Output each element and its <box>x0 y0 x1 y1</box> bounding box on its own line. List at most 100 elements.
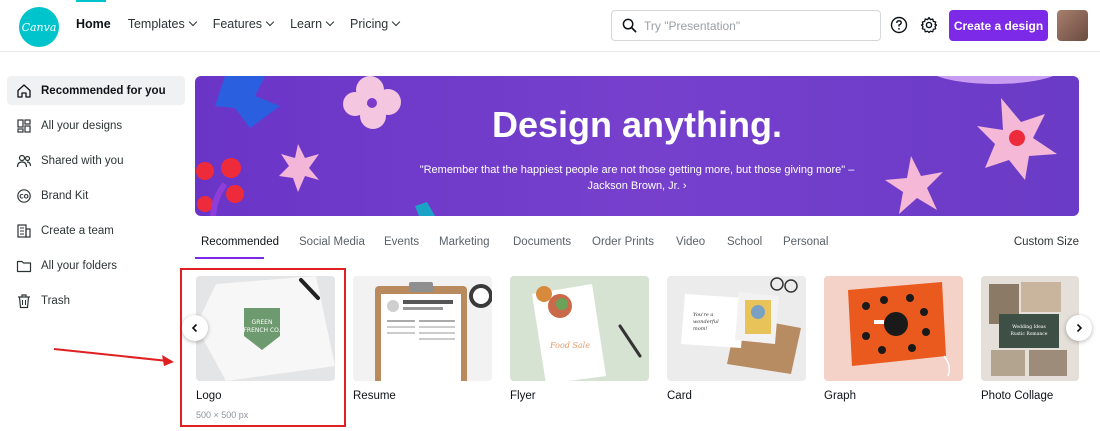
carousel-next-button[interactable] <box>1066 315 1092 341</box>
nav-features[interactable]: Features <box>212 17 275 31</box>
custom-size-link[interactable]: Custom Size <box>1014 236 1079 248</box>
template-card-photo-collage[interactable]: Wedding Ideas Rustic Romance Photo Colla… <box>981 276 1079 402</box>
team-icon <box>17 223 31 238</box>
folder-icon <box>16 260 32 272</box>
top-header: Canva Home Templates Features Learn Pric… <box>0 0 1100 52</box>
red-berries-decoration <box>196 158 244 216</box>
sidebar-item-brand-kit[interactable]: CO Brand Kit <box>7 181 185 210</box>
tab-order-prints[interactable]: Order Prints <box>592 236 654 248</box>
card-label: Resume <box>353 390 396 402</box>
nav-pricing[interactable]: Pricing <box>350 17 401 31</box>
chevron-right-icon <box>1076 323 1083 333</box>
active-nav-indicator <box>76 0 106 2</box>
sidebar: Recommended for you All your designs Sha… <box>7 76 185 321</box>
banner-decorations <box>196 76 1057 216</box>
sidebar-item-shared[interactable]: Shared with you <box>7 146 185 175</box>
collage-mockup-text: Rustic Romance <box>1011 331 1048 337</box>
card-mockup-image: You're a wonderful mom! <box>667 276 806 381</box>
chevron-down-icon <box>188 17 197 27</box>
resume-mockup-image <box>353 276 492 381</box>
card-thumbnail: Wedding Ideas Rustic Romance <box>981 276 1079 381</box>
search-placeholder: Try "Presentation" <box>644 18 741 33</box>
flyer-mockup-image: Food Sale <box>510 276 649 381</box>
tab-video[interactable]: Video <box>676 236 705 248</box>
sidebar-item-label: All your designs <box>41 119 123 132</box>
card-label: Card <box>667 390 692 402</box>
gear-icon[interactable] <box>920 16 938 34</box>
nav-learn[interactable]: Learn <box>290 17 335 31</box>
tab-events[interactable]: Events <box>384 236 419 248</box>
template-card-graph[interactable]: Graph <box>824 276 963 402</box>
sidebar-item-create-team[interactable]: Create a team <box>7 216 185 245</box>
active-tab-underline <box>195 257 264 259</box>
tab-documents[interactable]: Documents <box>513 236 571 248</box>
main-nav: Home Templates Features Learn Pricing <box>76 17 416 31</box>
card-label: Photo Collage <box>981 390 1054 402</box>
banner-title: Design anything. <box>491 104 783 145</box>
card-mockup-text: You're a <box>693 312 713 318</box>
sidebar-item-label: Recommended for you <box>41 84 166 97</box>
flyer-mockup-text: Food Sale <box>549 341 590 350</box>
card-label: Graph <box>824 390 856 402</box>
sidebar-item-trash[interactable]: Trash <box>7 286 185 315</box>
avatar[interactable] <box>1057 10 1088 41</box>
users-icon <box>16 154 32 167</box>
card-thumbnail <box>353 276 492 381</box>
sidebar-item-label: Create a team <box>41 224 114 237</box>
chevron-down-icon <box>392 17 401 27</box>
nav-features-label: Features <box>212 17 263 31</box>
collage-mockup-text: Wedding Ideas <box>1012 324 1046 330</box>
brand-kit-icon: CO <box>17 188 31 203</box>
grid-icon <box>17 118 31 133</box>
trash-icon <box>18 293 30 308</box>
collage-mockup-image: Wedding Ideas Rustic Romance <box>981 276 1079 381</box>
quote-text: "Remember that the happiest people are n… <box>419 164 855 176</box>
highlight-box <box>180 268 346 427</box>
template-card-resume[interactable]: Resume <box>353 276 492 402</box>
tab-marketing[interactable]: Marketing <box>439 236 490 248</box>
tab-social-media[interactable]: Social Media <box>299 236 365 248</box>
sidebar-item-folders[interactable]: All your folders <box>7 251 185 280</box>
card-mockup-text: wonderful <box>693 319 719 325</box>
category-tabs: Recommended Social Media Events Marketin… <box>195 236 1079 258</box>
banner-quote: "Remember that the happiest people are n… <box>395 162 879 194</box>
nav-learn-label: Learn <box>290 17 323 31</box>
search-input[interactable]: Try "Presentation" <box>611 10 881 41</box>
logo-text: Canva <box>21 20 57 34</box>
nav-home[interactable]: Home <box>76 17 111 31</box>
quote-author-link[interactable]: Jackson Brown, Jr. › <box>395 178 879 194</box>
lilac-cloud-decoration <box>936 76 1054 84</box>
card-thumbnail: Food Sale <box>510 276 649 381</box>
sidebar-item-label: Brand Kit <box>41 189 89 202</box>
svg-text:CO: CO <box>19 193 29 200</box>
home-icon <box>17 83 31 98</box>
sidebar-item-label: Shared with you <box>41 154 124 167</box>
tab-personal[interactable]: Personal <box>783 236 828 248</box>
create-design-button[interactable]: Create a design <box>949 10 1048 41</box>
tab-recommended[interactable]: Recommended <box>201 236 279 248</box>
canva-logo[interactable]: Canva <box>19 7 59 47</box>
nav-pricing-label: Pricing <box>350 17 389 31</box>
card-label: Flyer <box>510 390 536 402</box>
graph-mockup-image <box>824 276 963 381</box>
tab-school[interactable]: School <box>727 236 762 248</box>
hero-banner: Design anything. "Remember that the happ… <box>195 76 1079 216</box>
card-thumbnail: You're a wonderful mom! <box>667 276 806 381</box>
template-card-card[interactable]: You're a wonderful mom! Card <box>667 276 806 402</box>
star-decoration <box>279 144 319 192</box>
chevron-down-icon <box>325 17 335 27</box>
sidebar-item-recommended[interactable]: Recommended for you <box>7 76 185 105</box>
sidebar-item-label: All your folders <box>41 259 118 272</box>
red-arrow-annotation-icon <box>53 348 174 366</box>
search-icon <box>622 18 637 33</box>
help-icon[interactable] <box>890 16 908 34</box>
star-right-decoration <box>885 156 943 214</box>
card-thumbnail <box>824 276 963 381</box>
nav-templates[interactable]: Templates <box>127 17 197 31</box>
nav-templates-label: Templates <box>127 17 185 31</box>
sidebar-item-label: Trash <box>41 294 70 307</box>
teal-shape-decoration <box>415 202 435 216</box>
template-card-flyer[interactable]: Food Sale Flyer <box>510 276 649 402</box>
nav-home-label: Home <box>76 17 111 31</box>
sidebar-item-all-designs[interactable]: All your designs <box>7 111 185 140</box>
